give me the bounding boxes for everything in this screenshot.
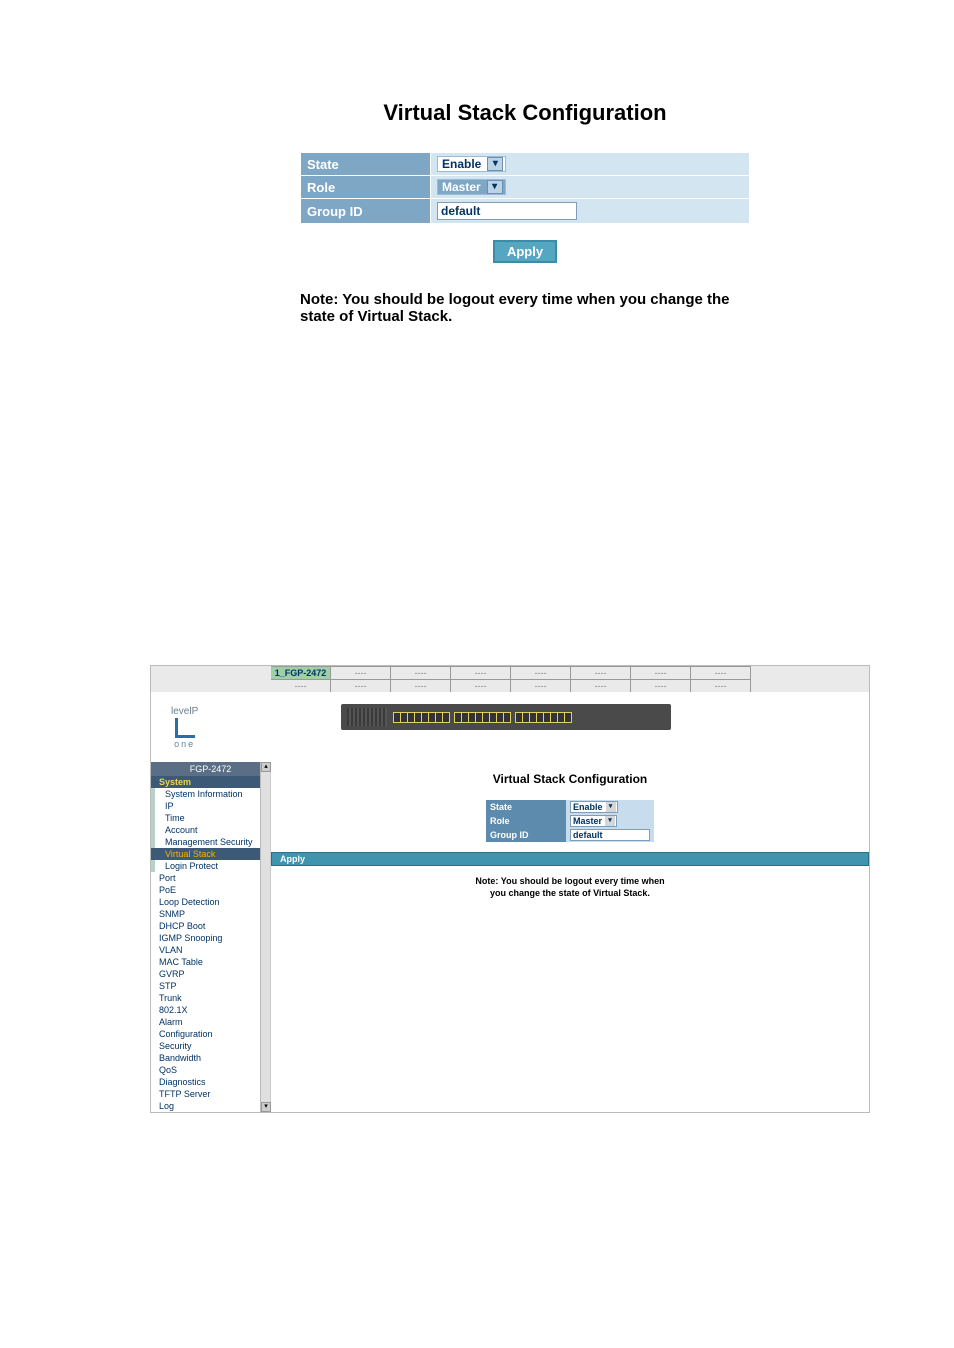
nav-item-tftp-server[interactable]: TFTP Server — [151, 1088, 270, 1100]
device-tab-empty[interactable]: ---- — [631, 679, 691, 692]
switch-admin-window: 1_FGP-2472 ---- ---- ---- ---- ---- ----… — [150, 665, 870, 1113]
role-select[interactable]: Master ▾ — [437, 179, 506, 195]
brand-logo: levelP one — [171, 706, 198, 749]
chevron-down-icon: ▾ — [605, 816, 615, 826]
switch-led-block — [347, 708, 387, 726]
device-tab-empty[interactable]: ---- — [511, 666, 571, 679]
state-select-value: Enable — [573, 802, 603, 812]
header-banner: levelP one — [151, 692, 869, 762]
nav-item-igmp-snooping[interactable]: IGMP Snooping — [151, 932, 270, 944]
nav-item-qos[interactable]: QoS — [151, 1064, 270, 1076]
group-id-label: Group ID — [486, 828, 566, 842]
nav-sidebar: FGP-2472 SystemSystem InformationIPTimeA… — [151, 762, 271, 1112]
apply-button[interactable]: Apply — [493, 240, 557, 263]
scroll-up-icon[interactable]: ▴ — [261, 762, 271, 772]
group-id-label: Group ID — [301, 199, 431, 224]
device-tab-empty[interactable]: ---- — [571, 666, 631, 679]
nav-item-gvrp[interactable]: GVRP — [151, 968, 270, 980]
role-select-value: Master — [442, 180, 481, 194]
nav-item-diagnostics[interactable]: Diagnostics — [151, 1076, 270, 1088]
chevron-down-icon: ▾ — [487, 157, 503, 171]
config-table: State Enable ▾ Role Master ▾ — [486, 800, 654, 842]
device-tab-empty[interactable]: ---- — [271, 679, 331, 692]
main-content: Virtual Stack Configuration State Enable… — [271, 762, 869, 1112]
nav-item-stp[interactable]: STP — [151, 980, 270, 992]
nav-item-account[interactable]: Account — [151, 824, 270, 836]
page-title: Virtual Stack Configuration — [271, 772, 869, 786]
chevron-down-icon: ▾ — [487, 180, 503, 194]
nav-item-bandwidth[interactable]: Bandwidth — [151, 1052, 270, 1064]
config-table: State Enable ▾ Role Master ▾ Group ID de… — [300, 152, 750, 224]
device-tab-empty[interactable]: ---- — [331, 679, 391, 692]
config-note-line: you change the state of Virtual Stack. — [271, 888, 869, 900]
nav-item-login-protect[interactable]: Login Protect — [151, 860, 270, 872]
nav-item-loop-detection[interactable]: Loop Detection — [151, 896, 270, 908]
device-tab-empty[interactable]: ---- — [451, 679, 511, 692]
nav-item-snmp[interactable]: SNMP — [151, 908, 270, 920]
nav-item-system-information[interactable]: System Information — [151, 788, 270, 800]
role-label: Role — [301, 176, 431, 199]
nav-item-virtual-stack[interactable]: Virtual Stack — [151, 848, 270, 860]
nav-item-ip[interactable]: IP — [151, 800, 270, 812]
state-select[interactable]: Enable ▾ — [437, 156, 506, 172]
nav-item-management-security[interactable]: Management Security — [151, 836, 270, 848]
role-select[interactable]: Master ▾ — [570, 815, 617, 827]
apply-button[interactable]: Apply — [271, 852, 869, 866]
nav-item-dhcp-boot[interactable]: DHCP Boot — [151, 920, 270, 932]
group-id-input[interactable]: default — [570, 829, 650, 841]
group-id-input[interactable]: default — [437, 202, 577, 220]
device-tab-active[interactable]: 1_FGP-2472 — [271, 666, 331, 679]
device-tab-empty[interactable]: ---- — [511, 679, 571, 692]
nav-item-configuration[interactable]: Configuration — [151, 1028, 270, 1040]
device-tab-empty[interactable]: ---- — [391, 666, 451, 679]
brand-logo-text: levelP — [171, 706, 198, 717]
page-title: Virtual Stack Configuration — [300, 100, 750, 126]
sidebar-scrollbar[interactable]: ▴ ▾ — [260, 762, 270, 1112]
nav-item-alarm[interactable]: Alarm — [151, 1016, 270, 1028]
device-tab-strip: 1_FGP-2472 ---- ---- ---- ---- ---- ----… — [151, 666, 869, 679]
device-tab-empty[interactable]: ---- — [331, 666, 391, 679]
device-tab-empty[interactable]: ---- — [451, 666, 511, 679]
state-label: State — [486, 800, 566, 814]
config-note: Note: You should be logout every time wh… — [271, 876, 869, 899]
nav-item-port[interactable]: Port — [151, 872, 270, 884]
nav-item-802-1x[interactable]: 802.1X — [151, 1004, 270, 1016]
nav-item-system[interactable]: System — [151, 776, 270, 788]
device-tab-empty[interactable]: ---- — [571, 679, 631, 692]
brand-logo-sub: one — [171, 739, 198, 749]
switch-front-panel — [341, 704, 671, 730]
role-label: Role — [486, 814, 566, 828]
nav-item-vlan[interactable]: VLAN — [151, 944, 270, 956]
nav-item-security[interactable]: Security — [151, 1040, 270, 1052]
nav-item-poe[interactable]: PoE — [151, 884, 270, 896]
nav-item-trunk[interactable]: Trunk — [151, 992, 270, 1004]
nav-item-log[interactable]: Log — [151, 1100, 270, 1112]
state-select-value: Enable — [442, 157, 481, 171]
device-tab-strip: ---- ---- ---- ---- ---- ---- ---- ---- — [151, 679, 869, 692]
config-note: Note: You should be logout every time wh… — [300, 291, 750, 325]
device-tab-empty[interactable]: ---- — [691, 679, 751, 692]
device-tab-empty[interactable]: ---- — [691, 666, 751, 679]
scroll-down-icon[interactable]: ▾ — [261, 1102, 271, 1112]
role-select-value: Master — [573, 816, 602, 826]
nav-item-time[interactable]: Time — [151, 812, 270, 824]
state-select[interactable]: Enable ▾ — [570, 801, 618, 813]
sidebar-device-header: FGP-2472 — [151, 762, 270, 776]
device-tab-empty[interactable]: ---- — [631, 666, 691, 679]
config-note-line: Note: You should be logout every time wh… — [271, 876, 869, 888]
nav-item-mac-table[interactable]: MAC Table — [151, 956, 270, 968]
brand-logo-icon — [175, 718, 195, 738]
device-tab-empty[interactable]: ---- — [391, 679, 451, 692]
chevron-down-icon: ▾ — [606, 802, 616, 812]
virtual-stack-config-panel: Virtual Stack Configuration State Enable… — [300, 100, 750, 325]
state-label: State — [301, 153, 431, 176]
switch-port-block — [393, 712, 572, 723]
